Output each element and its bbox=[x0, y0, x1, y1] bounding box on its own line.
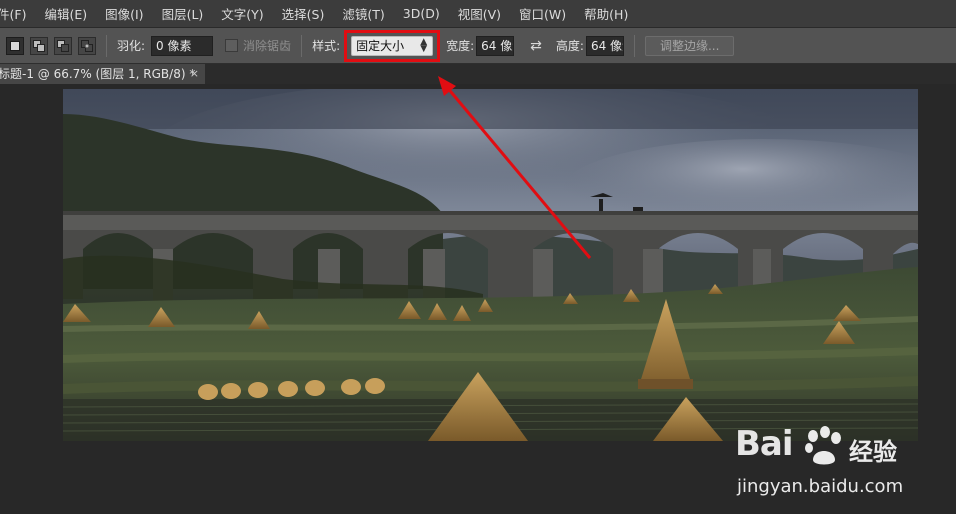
annotation-overlay bbox=[438, 76, 592, 259]
watermark-url: jingyan.baidu.com bbox=[737, 476, 904, 497]
annotation-arrow-line bbox=[444, 85, 592, 259]
